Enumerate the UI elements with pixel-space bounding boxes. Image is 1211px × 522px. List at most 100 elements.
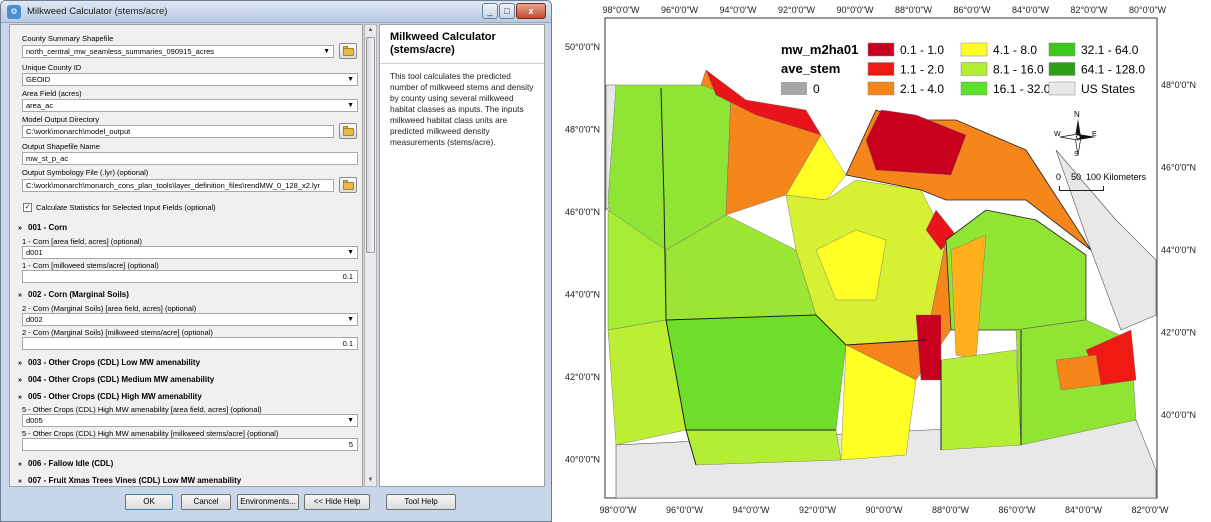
output-dir-label: Model Output Directory xyxy=(22,115,100,124)
legend-class-label: 1.1 - 2.0 xyxy=(900,63,944,77)
scrollbar-thumb[interactable] xyxy=(366,37,375,253)
section-001-header[interactable]: » 001 - Corn xyxy=(18,223,67,232)
scroll-down-icon[interactable]: ▼ xyxy=(365,475,376,486)
legend-swatch xyxy=(1048,62,1076,76)
section-004-header[interactable]: » 004 - Other Crops (CDL) Medium MW amena… xyxy=(18,375,214,384)
output-name-field[interactable]: mw_st_p_ac xyxy=(22,152,358,165)
browse-symbology-button[interactable] xyxy=(339,177,357,193)
left-tick-labels: 50°0'0"N 48°0'0"N 46°0'0"N 44°0'0"N 42°0'0"N… xyxy=(565,42,600,465)
expand-chevron-icon: » xyxy=(18,360,22,367)
section-005-header[interactable]: » 005 - Other Crops (CDL) High MW amenabi… xyxy=(18,392,202,401)
high-mw-density-field[interactable]: 5 xyxy=(22,438,358,451)
help-title: Milkweed Calculator (stems/acre) xyxy=(390,31,496,56)
symbology-field[interactable]: C:\work\monarch\monarch_cons_plan_tools\… xyxy=(22,179,334,192)
chevron-down-icon: ▼ xyxy=(347,76,354,83)
left-tick-label: 46°0'0"N xyxy=(565,207,600,217)
legend-class-label: 0.1 - 1.0 xyxy=(900,43,944,57)
title-bar[interactable]: ⚙ Milkweed Calculator (stems/acre) _ □ x xyxy=(1,1,551,23)
section-003-header[interactable]: » 003 - Other Crops (CDL) Low MW amenabil… xyxy=(18,358,200,367)
scale-bar-line xyxy=(1059,186,1104,191)
corn-area-select[interactable]: d001 ▼ xyxy=(22,246,358,259)
legend-states-label: US States xyxy=(1081,82,1135,96)
top-tick-label: 90°0'0"W xyxy=(836,5,874,15)
unique-id-select[interactable]: GEOID ▼ xyxy=(22,73,358,86)
region-indiana xyxy=(940,349,1022,451)
top-tick-label: 94°0'0"W xyxy=(719,5,757,15)
window-title: Milkweed Calculator (stems/acre) xyxy=(27,6,168,17)
bottom-tick-label: 84°0'0"W xyxy=(1065,505,1103,515)
right-tick-label: 44°0'0"N xyxy=(1161,245,1196,255)
parameter-form: County Summary Shapefile north_central_m… xyxy=(9,24,363,487)
legend-swatch xyxy=(1048,81,1076,96)
help-description: This tool calculates the predicted numbe… xyxy=(390,71,534,147)
legend-swatch xyxy=(960,62,988,76)
corn-density-field[interactable]: 0.1 xyxy=(22,270,358,283)
right-tick-labels: 48°0'0"N 46°0'0"N 44°0'0"N 42°0'0"N 40°0'0"N xyxy=(1161,80,1196,420)
legend-class-label: 4.1 - 8.0 xyxy=(993,43,1037,57)
right-tick-label: 42°0'0"N xyxy=(1161,328,1196,338)
unique-id-label: Unique County ID xyxy=(22,63,82,72)
browse-shapefile-button[interactable] xyxy=(339,43,357,59)
dialog-button-bar: OK Cancel Environments... << Hide Help T… xyxy=(1,489,551,522)
top-tick-labels: 98°0'0"W 96°0'0"W 94°0'0"W 92°0'0"W 90°0'0"W… xyxy=(602,5,1166,15)
scroll-up-icon[interactable]: ▲ xyxy=(365,25,376,36)
marginal-corn-density-field[interactable]: 0.1 xyxy=(22,337,358,350)
section-002-header[interactable]: » 002 - Corn (Marginal Soils) xyxy=(18,290,129,299)
legend-swatch xyxy=(867,42,895,57)
top-tick-label: 92°0'0"W xyxy=(778,5,816,15)
close-button[interactable]: x xyxy=(516,3,546,19)
legend-swatch xyxy=(1048,42,1076,57)
top-tick-label: 86°0'0"W xyxy=(953,5,991,15)
bottom-tick-label: 90°0'0"W xyxy=(865,505,903,515)
tool-icon: ⚙ xyxy=(7,5,21,19)
expand-chevron-icon: » xyxy=(18,478,22,485)
region-ohio-orange xyxy=(1055,354,1102,391)
county-shapefile-select[interactable]: north_central_mw_seamless_summaries_0909… xyxy=(22,45,334,58)
minimize-button[interactable]: _ xyxy=(482,3,498,19)
north-arrow-icon: N S E W xyxy=(1054,110,1100,159)
top-tick-label: 88°0'0"W xyxy=(895,5,933,15)
legend-class-label: 16.1 - 32.0 xyxy=(993,82,1051,96)
help-divider xyxy=(380,63,544,64)
calc-stats-label: Calculate Statistics for Selected Input … xyxy=(36,203,216,212)
legend-class-label: 32.1 - 64.0 xyxy=(1081,43,1139,57)
collapse-chevron-icon: » xyxy=(18,292,22,299)
left-tick-label: 44°0'0"N xyxy=(565,290,600,300)
high-mw-density-label: 5 - Other Crops (CDL) High MW amenabilit… xyxy=(22,429,279,438)
maximize-button[interactable]: □ xyxy=(499,3,515,19)
form-scrollbar[interactable]: ▲ ▼ xyxy=(364,24,377,487)
bottom-tick-label: 88°0'0"W xyxy=(932,505,970,515)
legend-field-title: mw_m2ha01 xyxy=(781,42,858,57)
ok-button[interactable]: OK xyxy=(125,494,173,510)
right-tick-label: 46°0'0"N xyxy=(1161,163,1196,173)
top-tick-label: 98°0'0"W xyxy=(602,5,640,15)
area-field-select[interactable]: area_ac ▼ xyxy=(22,99,358,112)
high-mw-area-label: 5 - Other Crops (CDL) High MW amenabilit… xyxy=(22,405,262,414)
tool-help-button[interactable]: Tool Help xyxy=(386,494,456,510)
marginal-corn-area-select[interactable]: d002 ▼ xyxy=(22,313,358,326)
high-mw-area-select[interactable]: d005 ▼ xyxy=(22,414,358,427)
hide-help-button[interactable]: << Hide Help xyxy=(304,494,370,510)
bottom-tick-labels: 98°0'0"W 96°0'0"W 94°0'0"W 92°0'0"W 90°0'0"W… xyxy=(599,505,1169,515)
output-name-label: Output Shapefile Name xyxy=(22,142,100,151)
corn-area-label: 1 - Corn [area field, acres] (optional) xyxy=(22,237,143,246)
section-007-header[interactable]: » 007 - Fruit Xmas Trees Vines (CDL) Low … xyxy=(18,476,241,485)
bottom-tick-label: 82°0'0"W xyxy=(1131,505,1169,515)
scale-bar: 0 50 100 Kilometers xyxy=(1056,172,1166,202)
section-006-header[interactable]: » 006 - Fallow Idle (CDL) xyxy=(18,459,113,468)
cancel-button[interactable]: Cancel xyxy=(181,494,231,510)
bottom-tick-label: 98°0'0"W xyxy=(599,505,637,515)
chevron-down-icon: ▼ xyxy=(347,316,354,323)
chevron-down-icon: ▼ xyxy=(323,48,330,55)
environments-button[interactable]: Environments... xyxy=(237,494,299,510)
left-tick-label: 40°0'0"N xyxy=(565,455,600,465)
region-missouri-north xyxy=(685,429,842,466)
output-dir-field[interactable]: C:\work\monarch\model_output xyxy=(22,125,334,138)
calc-stats-checkbox[interactable]: ✓ xyxy=(23,203,32,212)
legend-swatch xyxy=(867,62,895,76)
bottom-tick-label: 92°0'0"W xyxy=(799,505,837,515)
chevron-down-icon: ▼ xyxy=(347,102,354,109)
browse-output-dir-button[interactable] xyxy=(339,123,357,139)
chevron-down-icon: ▼ xyxy=(347,249,354,256)
corn-density-label: 1 - Corn [milkweed stems/acre] (optional… xyxy=(22,261,159,270)
